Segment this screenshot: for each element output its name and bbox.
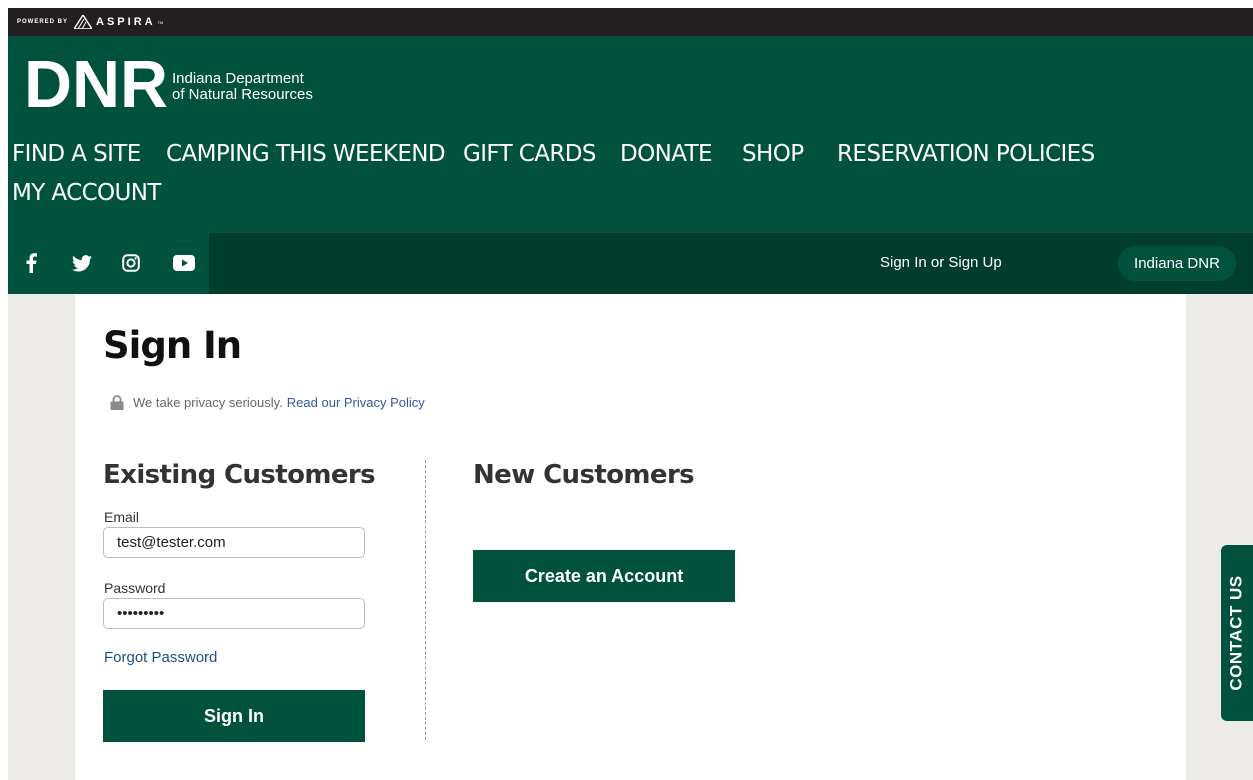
- privacy-notice: We take privacy seriously. Read our Priv…: [110, 395, 425, 410]
- twitter-icon[interactable]: [71, 252, 93, 274]
- logo-line-2: of Natural Resources: [172, 86, 313, 103]
- browser-viewport: POWERED BY ASPIRA TM DNR Indiana Departm…: [8, 8, 1253, 780]
- column-divider: [425, 460, 426, 740]
- trademark-mark: TM: [157, 19, 164, 25]
- sign-in-button[interactable]: Sign In: [103, 690, 365, 742]
- privacy-text: We take privacy seriously.: [133, 395, 283, 410]
- site-header: DNR Indiana Department of Natural Resour…: [8, 36, 1253, 233]
- email-label: Email: [104, 509, 140, 525]
- contact-us-label: CONTACT US: [1227, 575, 1246, 691]
- forgot-password-link[interactable]: Forgot Password: [104, 649, 217, 666]
- dnr-logo-text: Indiana Department of Natural Resources: [172, 71, 313, 103]
- svg-text:DNR: DNR: [24, 56, 168, 112]
- powered-by-text: POWERED BY: [17, 19, 69, 25]
- logo-line-1: Indiana Department: [172, 70, 304, 87]
- nav-my-account[interactable]: MY ACCOUNT: [12, 180, 161, 206]
- password-label: Password: [104, 580, 166, 596]
- nav-donate[interactable]: DONATE: [620, 141, 713, 167]
- dnr-logo-mark: DNR: [24, 56, 168, 112]
- lock-icon: [110, 395, 124, 410]
- aspira-brand: ASPIRA: [96, 16, 156, 28]
- social-links: [8, 233, 209, 294]
- page-title: Sign In: [103, 324, 242, 367]
- create-account-button[interactable]: Create an Account: [473, 550, 735, 602]
- facebook-icon[interactable]: [20, 252, 42, 274]
- powered-by-bar: POWERED BY ASPIRA TM: [8, 8, 1253, 36]
- aspira-logo-icon: [74, 15, 93, 29]
- contact-us-tab[interactable]: CONTACT US: [1221, 545, 1253, 721]
- nav-camping-this-weekend[interactable]: CAMPING THIS WEEKEND: [166, 141, 446, 167]
- sign-in-or-sign-up-link[interactable]: Sign In or Sign Up: [880, 254, 1002, 271]
- nav-find-a-site[interactable]: FIND A SITE: [12, 141, 141, 167]
- youtube-icon[interactable]: [173, 252, 195, 274]
- nav-reservation-policies[interactable]: RESERVATION POLICIES: [837, 141, 1095, 167]
- new-customers-heading: New Customers: [473, 460, 695, 490]
- nav-shop[interactable]: SHOP: [742, 141, 804, 167]
- sign-in-card: Sign In We take privacy seriously. Read …: [75, 294, 1186, 780]
- email-field[interactable]: [103, 527, 365, 558]
- dnr-logo[interactable]: DNR Indiana Department of Natural Resour…: [24, 56, 313, 112]
- existing-customers-heading: Existing Customers: [103, 460, 376, 490]
- instagram-icon[interactable]: [120, 252, 142, 274]
- privacy-policy-link[interactable]: Read our Privacy Policy: [287, 395, 425, 410]
- utility-bar: Sign In or Sign Up Indiana DNR: [8, 233, 1253, 294]
- nav-gift-cards[interactable]: GIFT CARDS: [463, 141, 596, 167]
- password-field[interactable]: [103, 598, 365, 629]
- agency-button[interactable]: Indiana DNR: [1118, 246, 1236, 281]
